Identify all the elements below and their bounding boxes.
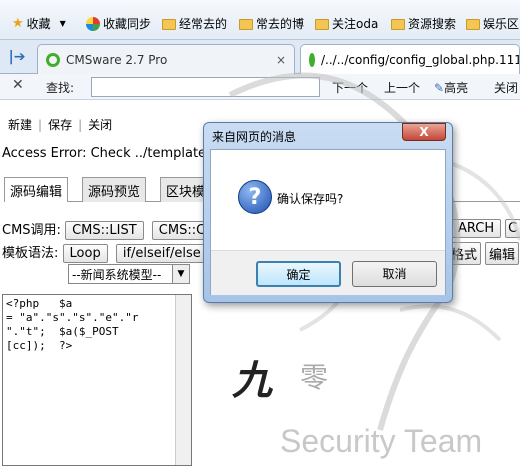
tab-config[interactable]: /../../config/config_global.php.111 [300, 44, 520, 74]
cms-search-button[interactable]: ARCH [451, 219, 502, 238]
find-close-icon[interactable]: ✕ [12, 77, 24, 93]
browser-page-icon [309, 52, 315, 67]
highlight-button[interactable]: ✎高亮 [434, 79, 468, 96]
cms-call-row: CMS调用: CMS::LIST CMS::C [2, 219, 216, 240]
folder-icon [391, 18, 405, 30]
chevron-down-icon[interactable]: ▼ [172, 265, 189, 283]
question-icon: ? [238, 180, 272, 214]
new-button[interactable]: 新建 [8, 118, 32, 132]
star-icon: ★ [12, 16, 24, 31]
code-scrollbar[interactable] [175, 295, 191, 465]
bookmarks-bar: ★ 收藏 ▼ 收藏同步 经常去的 常去的博 关注oda 资源搜索 娱乐区 [0, 0, 520, 40]
folder-icon [315, 18, 329, 30]
error-message: Access Error: Check ../templates/ [2, 146, 218, 161]
confirm-dialog: 来自网页的消息 X ? 确认保存吗? 确定 取消 [203, 122, 453, 303]
bookmark-folder-resources[interactable]: 资源搜索 [391, 14, 456, 34]
bookmark-folder-oda[interactable]: 关注oda [315, 14, 378, 34]
template-syntax-label: 模板语法: [2, 246, 59, 261]
close-button[interactable]: 关闭 [88, 118, 112, 132]
dialog-message: 确认保存吗? [277, 192, 344, 206]
watermark-char-1: 九 [232, 357, 272, 404]
template-right-row: 格式 编辑 [447, 242, 520, 265]
pencil-icon: ✎ [434, 81, 445, 95]
watermark-char-2: 零 [300, 361, 329, 394]
edit-button[interactable]: 编辑 [485, 242, 520, 265]
cms-call-label: CMS调用: [2, 223, 61, 238]
dialog-close-button[interactable]: X [402, 123, 446, 141]
tab-strip: CMSware 2.7 Pro × /../../config/config_g… [0, 40, 520, 74]
cms-list-button[interactable]: CMS::LIST [65, 221, 144, 240]
bookmark-folder-frequent[interactable]: 经常去的 [162, 14, 227, 34]
find-close-button[interactable]: 关闭 [494, 79, 518, 96]
dialog-button-area: 确定 取消 [211, 250, 445, 295]
bookmark-favorites[interactable]: ★ 收藏 ▼ [12, 14, 66, 34]
bookmark-folder-blogs[interactable]: 常去的博 [239, 14, 304, 34]
bookmark-sync[interactable]: 收藏同步 [86, 14, 151, 34]
tab-source-edit[interactable]: 源码编辑 [4, 177, 69, 202]
folder-icon [239, 18, 253, 30]
folder-icon [466, 18, 480, 30]
sidebar-toggle-icon[interactable]: |➔ [0, 40, 34, 74]
if-else-button[interactable]: if/elseif/else [115, 244, 208, 263]
save-button[interactable]: 保存 [48, 118, 72, 132]
find-prev-button[interactable]: 上一个 [384, 79, 420, 96]
folder-icon [162, 18, 176, 30]
browser-page-icon [46, 52, 60, 67]
loop-button[interactable]: Loop [62, 244, 108, 263]
tab-source-preview[interactable]: 源码预览 [82, 177, 147, 202]
watermark-text: Security Team [280, 423, 483, 459]
ok-button[interactable]: 确定 [256, 261, 341, 287]
template-syntax-row: 模板语法: Loop if/elseif/else [2, 242, 212, 263]
find-bar: ✕ 查找: 下一个 上一个 ✎高亮 关闭 [0, 74, 520, 100]
find-label: 查找: [46, 81, 75, 95]
source-code-editor[interactable]: <?php $a = "a"."s"."s"."e"."r "."t"; $a(… [2, 294, 192, 466]
dialog-body: ? 确认保存吗? 确定 取消 [210, 149, 446, 295]
editor-toolbar: 新建 | 保存 | 关闭 [8, 118, 113, 132]
tab-close-icon[interactable]: × [276, 53, 286, 67]
cms-more-button[interactable]: C [505, 219, 520, 238]
cancel-button[interactable]: 取消 [352, 261, 437, 287]
cms-right-row: ARCH C [451, 219, 520, 238]
dialog-title: 来自网页的消息 [212, 130, 297, 144]
find-next-button[interactable]: 下一个 [332, 79, 368, 96]
dropdown-arrow-icon[interactable]: ▼ [60, 14, 66, 34]
find-input[interactable] [91, 77, 320, 97]
sync-icon [86, 17, 100, 31]
tab-cmsware[interactable]: CMSware 2.7 Pro × [37, 44, 295, 74]
bookmark-folder-entertainment[interactable]: 娱乐区 [466, 14, 520, 34]
